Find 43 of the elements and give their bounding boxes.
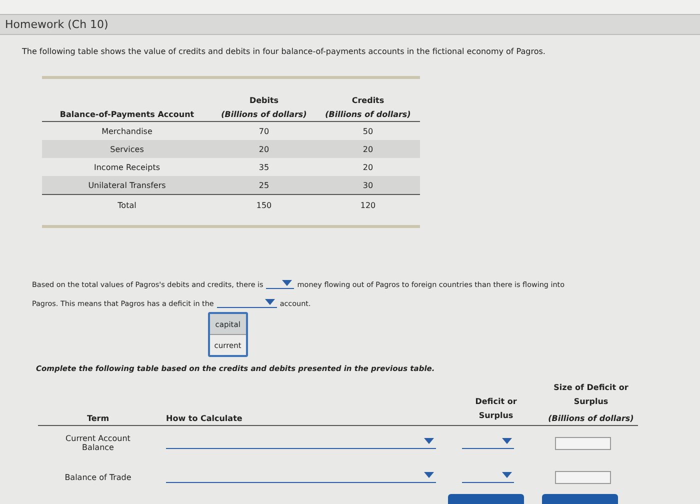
table-cell-text: Income Receipts [92,162,162,172]
column-header: How to Calculate [166,414,242,423]
table-cell-text: 50 [362,126,374,136]
table-cell-text: Services [109,144,145,154]
table-cell-text: Merchandise [100,126,154,136]
caret-icon [424,438,434,444]
term-label: Balance of Trade [64,472,132,482]
dropdown[interactable] [462,438,514,448]
caret-icon [424,472,434,478]
table-cell-text: 20 [362,162,374,172]
total-cell-text: 120 [359,200,377,210]
column-header: Balance-of-Payments Account [60,110,194,119]
column-header: Term [86,414,110,423]
dropdown[interactable] [266,280,294,289]
table-cell-text: 35 [258,162,270,172]
column-header: Size of Deficit or Surplus [552,382,630,408]
total-cell-text: 150 [255,200,273,210]
caret-icon [502,472,512,478]
table-cell-text: 20 [258,144,270,154]
input-field[interactable] [555,470,611,484]
dropdown[interactable] [166,472,436,482]
table-cell-text: 25 [258,180,270,190]
intro-text: The following table shows the value of credits and debits in four balance-of-payments accounts in the fictional economy of Pagros. [22,47,546,56]
table-cell-text: 70 [258,126,270,136]
table-cell-text: 20 [362,144,374,154]
dropdown[interactable] [462,472,514,482]
table-cell-text: Unilateral Transfers [87,180,167,190]
column-header: Credits [352,96,384,105]
page-title: Homework (Ch 10) [5,18,108,32]
column-header: Deficit or Surplus [474,396,518,422]
total-cell-text: Total [116,200,138,210]
column-unit: (Billions of dollars) [325,110,411,119]
column-unit: (Billions of dollars) [548,414,634,423]
caret-icon [264,299,275,305]
dropdown[interactable] [216,299,277,308]
term-label: Current Account Balance [64,434,132,452]
caret-icon [502,438,512,444]
input-field[interactable] [555,436,611,450]
caret-icon [282,280,292,286]
dropdown[interactable] [166,438,436,448]
table-cell-text: 30 [362,180,374,190]
column-unit: (Billions of dollars) [221,110,307,119]
column-header: Debits [249,96,279,105]
